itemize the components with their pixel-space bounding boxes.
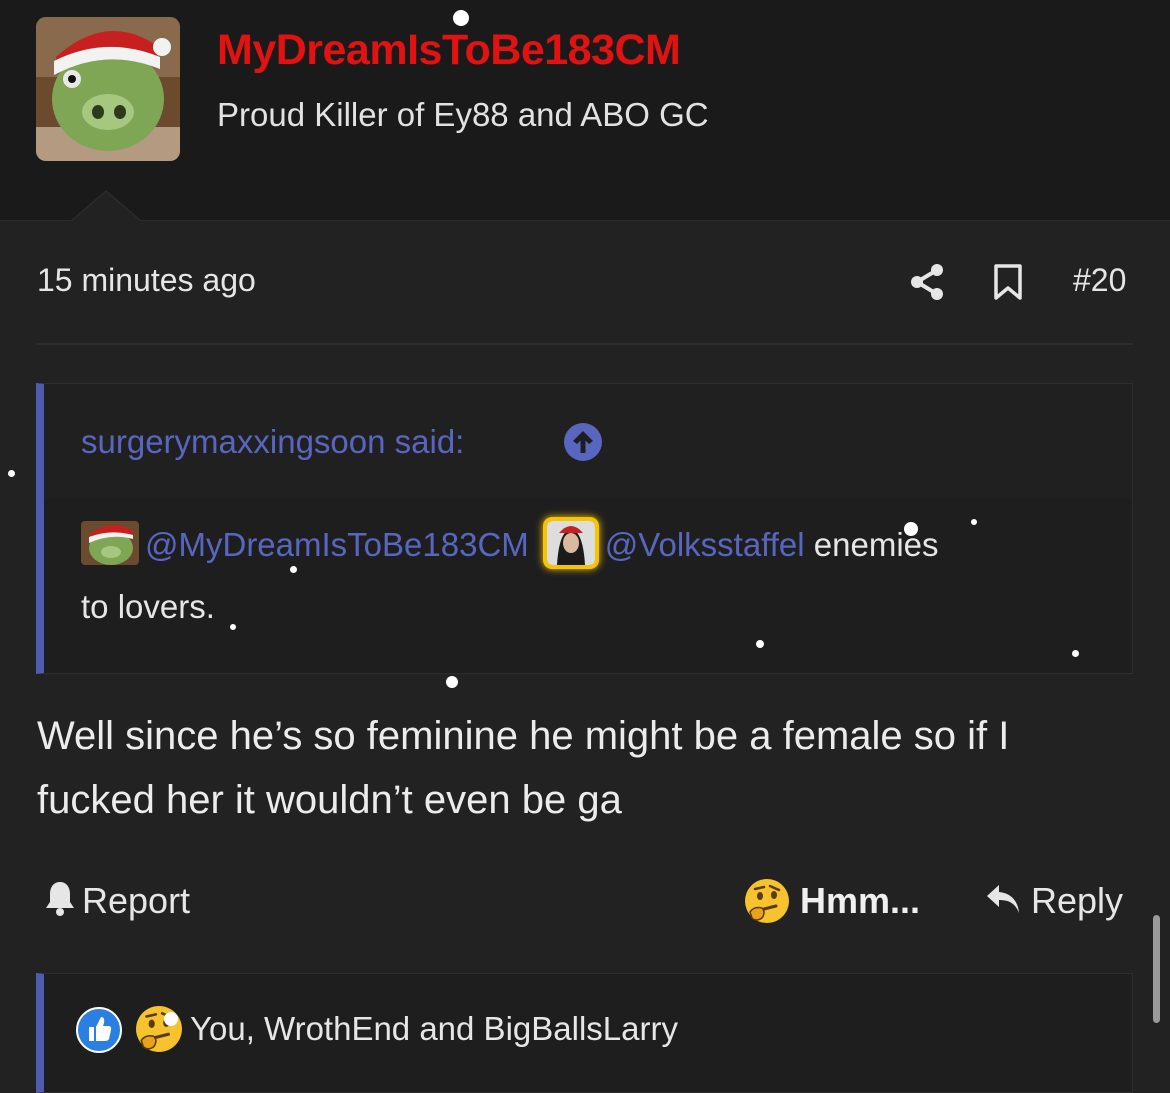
thinking-face-icon xyxy=(135,1005,183,1053)
reply-label: Reply xyxy=(1031,880,1124,921)
report-button[interactable]: Report xyxy=(44,880,190,924)
snowflake xyxy=(290,566,297,573)
author-user-title: Proud Killer of Ey88 and ABO GC xyxy=(217,96,709,133)
reply-button[interactable]: Reply xyxy=(985,880,1123,924)
snowflake xyxy=(446,676,458,688)
mention-link-volksstaffel[interactable]: @Volksstaffel xyxy=(605,526,805,563)
snowflake xyxy=(453,10,469,26)
author-avatar[interactable] xyxy=(36,17,180,161)
snowflake xyxy=(756,640,764,648)
thinking-face-icon xyxy=(744,878,790,924)
bell-icon xyxy=(44,880,76,916)
snowflake xyxy=(971,519,977,525)
bookmark-icon[interactable] xyxy=(993,264,1023,300)
quote-attribution[interactable]: surgerymaxxingsoon said: xyxy=(81,423,464,461)
share-icon[interactable] xyxy=(910,264,944,300)
scrollbar[interactable] xyxy=(1153,915,1160,1023)
reaction-button[interactable]: Hmm... xyxy=(744,878,920,926)
snowflake xyxy=(1072,650,1079,657)
like-icon xyxy=(76,1007,122,1053)
post-timestamp[interactable]: 15 minutes ago xyxy=(37,262,256,299)
snowflake xyxy=(904,522,918,536)
user-header: MyDreamIsToBe183CM Proud Killer of Ey88 … xyxy=(0,0,1170,221)
author-username[interactable]: MyDreamIsToBe183CM xyxy=(217,26,681,75)
quote-header: surgerymaxxingsoon said: xyxy=(44,384,1132,499)
quote-block: surgerymaxxingsoon said: @MyDreamIsToBe1… xyxy=(36,383,1133,674)
header-arrow-notch-fill xyxy=(71,192,141,222)
reaction-label: Hmm... xyxy=(800,880,921,921)
message-body: Well since he’s so feminine he might be … xyxy=(37,714,1010,822)
report-label: Report xyxy=(82,880,191,921)
divider xyxy=(36,343,1133,345)
reactions-summary[interactable]: You, WrothEnd and BigBallsLarry xyxy=(36,973,1133,1093)
reply-arrow-icon xyxy=(985,883,1021,915)
quote-body: @MyDreamIsToBe183CM @Volksstaffel enemie… xyxy=(81,514,1112,638)
snowflake xyxy=(164,1012,178,1026)
snowflake xyxy=(230,624,236,630)
mention-link-author[interactable]: @MyDreamIsToBe183CM xyxy=(145,526,529,563)
quote-text-part-2: to lovers. xyxy=(81,588,215,625)
post-number-link[interactable]: #20 xyxy=(1073,262,1126,299)
arrow-up-circle-icon[interactable] xyxy=(564,423,602,461)
quote-text-part-1: enemies xyxy=(804,526,939,563)
mention-avatar-pig xyxy=(81,521,139,566)
snowflake xyxy=(8,470,15,477)
mention-avatar-portrait xyxy=(546,521,595,566)
reactions-users-text[interactable]: You, WrothEnd and BigBallsLarry xyxy=(190,1010,678,1048)
